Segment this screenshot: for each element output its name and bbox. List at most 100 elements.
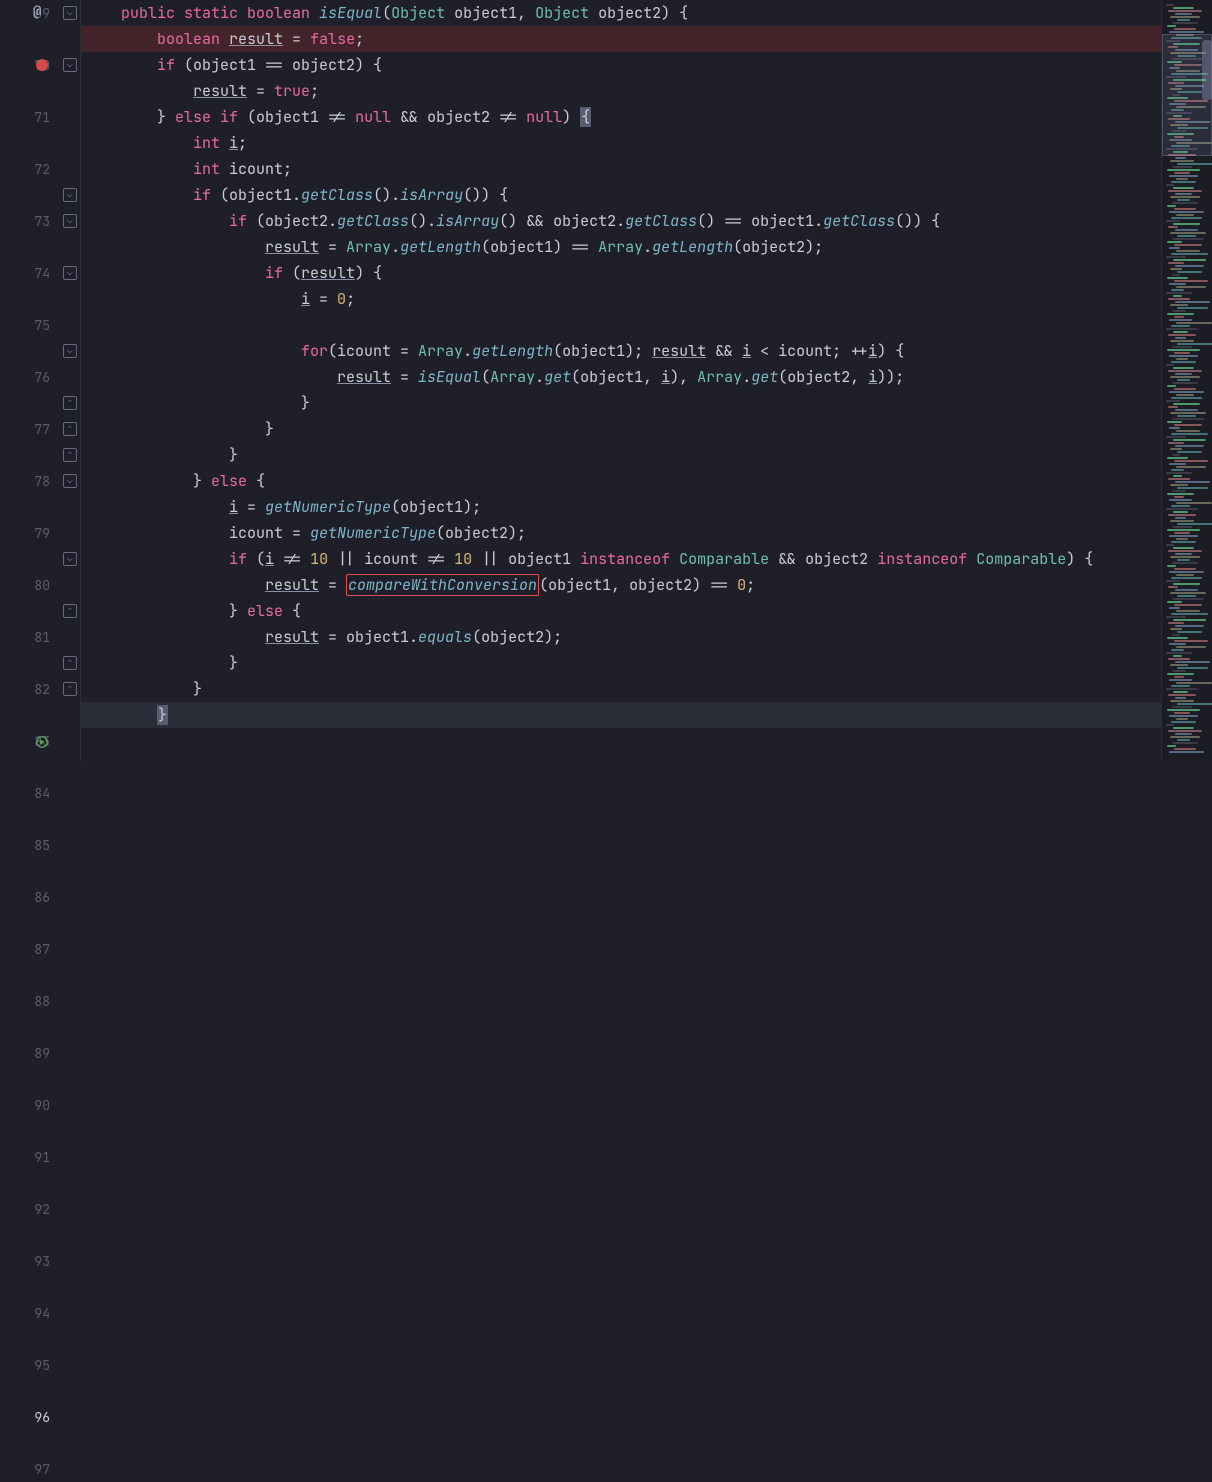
fold-down-icon[interactable]: ⌄ — [63, 344, 77, 358]
fold-down-icon[interactable]: ⌄ — [63, 266, 77, 280]
fold-up-icon[interactable]: ⌃ — [63, 396, 77, 410]
code-line[interactable]: } else { — [81, 598, 1161, 624]
line-number[interactable]: 71 — [0, 104, 60, 130]
line-number[interactable]: 75 — [0, 312, 60, 338]
code-line[interactable]: if (object1.getClass().isArray()) { — [81, 182, 1161, 208]
line-number[interactable]: 84 — [0, 780, 60, 806]
line-number[interactable]: 89 — [0, 1040, 60, 1066]
code-line[interactable]: for(icount = Array.getLength(object1); r… — [81, 338, 1161, 364]
minimap-stroke — [1170, 304, 1188, 306]
fold-down-icon[interactable]: ⌄ — [63, 214, 77, 228]
minimap-stroke — [1171, 685, 1190, 687]
code-line[interactable]: if (i != 10 || icount != 10 || object1 i… — [81, 546, 1161, 572]
line-number[interactable]: 82 — [0, 676, 60, 702]
line-number[interactable]: 70 — [0, 52, 60, 78]
token: { — [292, 601, 301, 621]
code-line[interactable]: } — [81, 650, 1161, 676]
minimap-stroke — [1175, 13, 1192, 15]
fold-up-icon[interactable]: ⌃ — [63, 604, 77, 618]
token: && object2 — [769, 549, 877, 569]
minimap-stroke — [1175, 157, 1186, 159]
line-number[interactable]: 76 — [0, 364, 60, 390]
line-number[interactable]: 83 — [0, 728, 60, 754]
token: (). — [409, 211, 436, 231]
code-line[interactable]: i = 0; — [81, 286, 1161, 312]
code-line[interactable]: } else { — [81, 468, 1161, 494]
line-number[interactable]: 81 — [0, 624, 60, 650]
line-number[interactable]: 78 — [0, 468, 60, 494]
fold-cell: ⌄ — [60, 468, 80, 494]
code-line[interactable]: i = getNumericType(object1); — [81, 494, 1161, 520]
minimap-stroke — [1171, 433, 1208, 435]
token: object2) { — [598, 3, 688, 23]
minimap-stroke — [1176, 358, 1188, 360]
line-number[interactable]: 74 — [0, 260, 60, 286]
line-number[interactable]: 90 — [0, 1092, 60, 1118]
code-line[interactable]: if (object2.getClass().isArray() && obje… — [81, 208, 1161, 234]
code-line[interactable]: result = true; — [81, 78, 1161, 104]
line-number[interactable]: 96 — [0, 1404, 60, 1430]
line-number[interactable]: 69@ — [0, 0, 60, 26]
fold-down-icon[interactable]: ⌄ — [63, 552, 77, 566]
line-number[interactable]: 80 — [0, 572, 60, 598]
code-line[interactable]: int i; — [81, 130, 1161, 156]
code-line[interactable]: boolean result = false; — [81, 26, 1161, 52]
fold-gutter[interactable]: ⌄ ⌄ ⌄ ⌄ ⌄ ⌄ ⌃ ⌃ ⌃ ⌄ ⌄ ⌃ ⌃ ⌃ — [60, 0, 81, 761]
line-number[interactable]: 85 — [0, 832, 60, 858]
code-line[interactable]: } else if (object1 != null && object2 !=… — [81, 104, 1161, 130]
line-number[interactable]: 92 — [0, 1196, 60, 1222]
line-number[interactable]: 73 — [0, 208, 60, 234]
code-editor[interactable]: 69@7071727374757677787980818283848586878… — [0, 0, 1212, 761]
line-number[interactable]: 97 — [0, 1456, 60, 1482]
fold-down-icon[interactable]: ⌄ — [63, 188, 77, 202]
token: if — [157, 55, 184, 75]
code-line[interactable]: } — [81, 416, 1161, 442]
code-line[interactable]: } — [81, 390, 1161, 416]
line-number[interactable]: 95 — [0, 1352, 60, 1378]
line-number[interactable]: 79 — [0, 520, 60, 546]
code-line[interactable]: result = isEqual(Array.get(object1, i), … — [81, 364, 1161, 390]
breakpoint-icon[interactable] — [36, 59, 48, 71]
line-number[interactable]: 77 — [0, 416, 60, 442]
minimap-stroke — [1166, 436, 1186, 438]
code-line[interactable]: result = Array.getLength(object1) == Arr… — [81, 234, 1161, 260]
token: (object1. — [220, 185, 301, 205]
fold-up-icon[interactable]: ⌃ — [63, 682, 77, 696]
code-line[interactable]: if (result) { — [81, 260, 1161, 286]
annotation-marker-icon[interactable]: @ — [33, 3, 41, 21]
code-line[interactable]: public static boolean isEqual(Object obj… — [81, 0, 1161, 26]
line-number[interactable]: 88 — [0, 988, 60, 1014]
code-line[interactable]: icount = getNumericType(object2); — [81, 520, 1161, 546]
code-line[interactable] — [81, 312, 1161, 338]
minimap-stroke — [1176, 178, 1188, 180]
line-number[interactable]: 87 — [0, 936, 60, 962]
fold-down-icon[interactable]: ⌄ — [63, 6, 77, 20]
code-line[interactable]: result = object1.equals(object2); — [81, 624, 1161, 650]
line-number[interactable]: 94 — [0, 1300, 60, 1326]
fold-down-icon[interactable]: ⌄ — [63, 474, 77, 488]
minimap-stroke — [1174, 352, 1190, 354]
code-line[interactable]: if (object1 == object2) { — [81, 52, 1161, 78]
line-number[interactable]: 91 — [0, 1144, 60, 1170]
line-number[interactable]: 86 — [0, 884, 60, 910]
fold-down-icon[interactable]: ⌄ — [63, 58, 77, 72]
minimap-stroke — [1176, 646, 1206, 648]
code-area[interactable]: public static boolean isEqual(Object obj… — [81, 0, 1161, 761]
fold-up-icon[interactable]: ⌃ — [63, 422, 77, 436]
minimap-viewport[interactable] — [1162, 34, 1212, 156]
minimap[interactable] — [1161, 0, 1212, 761]
code-line[interactable]: result = compareWithConversion(object1, … — [81, 572, 1161, 598]
code-line[interactable]: } — [81, 676, 1161, 702]
line-number[interactable]: 93 — [0, 1248, 60, 1274]
minimap-stroke — [1174, 460, 1208, 462]
line-number-gutter[interactable]: 69@7071727374757677787980818283848586878… — [0, 0, 60, 761]
code-line[interactable] — [81, 728, 1161, 754]
code-line[interactable]: } — [81, 442, 1161, 468]
fold-up-icon[interactable]: ⌃ — [63, 656, 77, 670]
fold-up-icon[interactable]: ⌃ — [63, 448, 77, 462]
line-number[interactable]: 72 — [0, 156, 60, 182]
code-line[interactable]: } — [81, 702, 1161, 728]
minimap-stroke — [1169, 31, 1204, 33]
run-recursive-icon[interactable] — [35, 734, 49, 748]
code-line[interactable]: int icount; — [81, 156, 1161, 182]
